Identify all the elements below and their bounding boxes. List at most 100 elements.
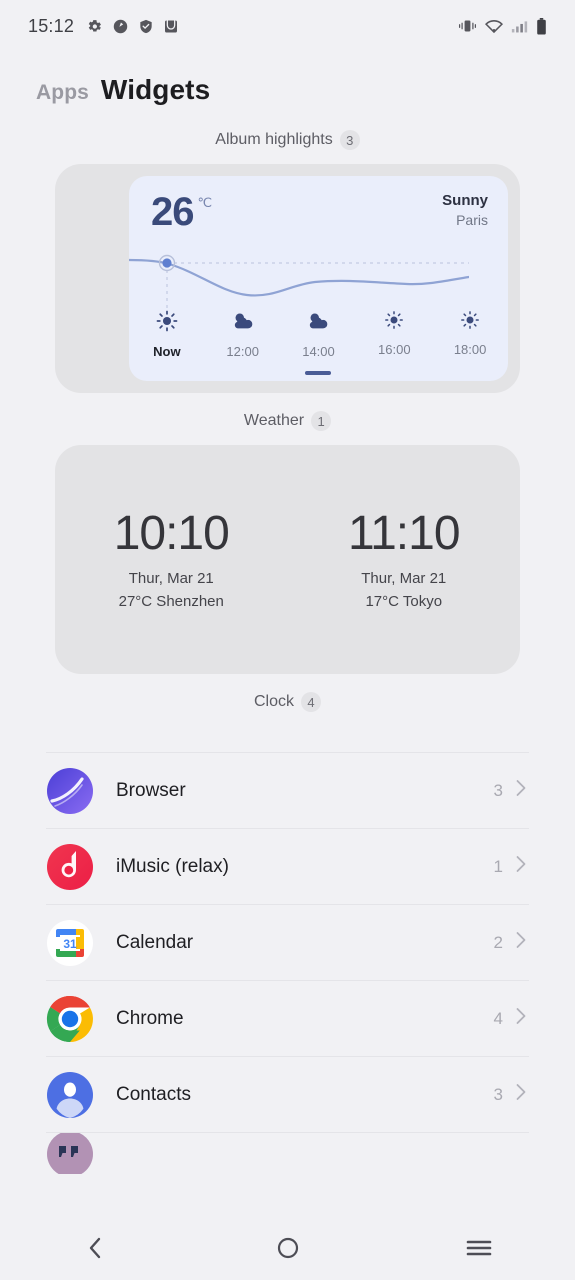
widgets-screen: 15:12 Apps Widgets Album highlights 3 26… [0,0,575,1280]
home-icon [276,1236,300,1265]
weather-unit: ℃ [197,195,213,210]
back-button[interactable] [0,1234,192,1267]
weather-temperature-chart [129,254,469,312]
sun-icon [384,310,404,335]
sun-icon [156,310,178,337]
section-label: Clock [253,693,294,710]
recents-icon [466,1238,492,1263]
chevron-right-icon[interactable] [513,777,529,804]
clock-temp-city: 27°C Shenzhen [118,593,224,611]
list-item-contacts[interactable]: Contacts 3 [46,1056,529,1132]
app-name: Chrome [116,1007,184,1029]
weather-hour-indicator [457,369,483,373]
weather-hour-label: 18:00 [453,342,487,357]
weather-hour-indicator [381,369,407,373]
vibrate-icon [458,18,477,34]
weather-header: 26 ℃ Sunny Paris [129,176,508,232]
cloud-icon [231,310,255,337]
weather-hour-label: Now [153,344,181,359]
browser-icon [46,767,94,815]
inbox-icon [163,18,179,35]
weather-hour-indicator [154,371,180,375]
weather-hour-label: 12:00 [226,344,259,359]
speedometer-icon [112,18,129,35]
list-item-partial[interactable] [46,1132,529,1174]
weather-hour-indicator [230,371,256,375]
contacts-icon [46,1071,94,1119]
app-name: Calendar [116,931,194,953]
clock-tokyo[interactable]: 11:10 Thur, Mar 21 17°C Tokyo [288,506,521,611]
status-bar-clock: 15:12 [28,15,75,36]
list-item-calendar[interactable]: 31 Calendar 2 [46,904,529,980]
list-item-chrome[interactable]: Chrome 4 [46,980,529,1056]
weather-hour-label: 14:00 [302,344,335,359]
weather-meta: Sunny Paris [442,192,488,229]
section-count-badge: 1 [311,411,332,431]
conversations-icon [46,1133,94,1174]
app-name: Browser [116,779,186,801]
back-icon [84,1234,108,1267]
recents-button[interactable] [383,1238,575,1263]
section-count-badge: 3 [339,130,360,150]
chrome-icon [46,995,94,1043]
status-bar-right [458,17,547,35]
weather-hour-1800[interactable]: 18:00 [432,310,508,375]
app-widget-count: 1 [493,856,503,876]
tab-widgets[interactable]: Widgets [101,74,210,106]
weather-hour-1200[interactable]: 12:00 [205,310,281,375]
weather-hour-1600[interactable]: 16:00 [356,310,432,375]
clock-shenzhen[interactable]: 10:10 Thur, Mar 21 27°C Shenzhen [55,506,288,611]
tab-apps[interactable]: Apps [36,81,89,105]
clock-date: Thur, Mar 21 [128,570,214,588]
weather-condition: Sunny [442,192,488,209]
signal-icon [511,19,528,34]
weather-hour-now[interactable]: Now [129,310,205,375]
chevron-right-icon[interactable] [513,853,529,880]
chevron-right-icon[interactable] [513,929,529,956]
navigation-bar [0,1220,575,1280]
section-caption-weather: Weather 1 [0,393,575,445]
clock-time: 11:10 [347,506,461,560]
weather-hourly-strip: Now 12:00 14:00 16:00 18:00 [129,310,508,375]
weather-hour-label: 16:00 [378,342,411,357]
app-name: iMusic (relax) [116,855,229,877]
weather-hour-indicator-selected [305,371,332,375]
calendar-day: 31 [63,937,77,951]
list-item-imusic[interactable]: iMusic (relax) 1 [46,828,529,904]
section-caption-clock: Clock 4 [0,674,575,726]
clock-widget-container[interactable]: 10:10 Thur, Mar 21 27°C Shenzhen 11:10 T… [55,445,520,674]
imusic-icon [46,843,94,891]
weather-hour-1400[interactable]: 14:00 [281,310,357,375]
status-bar-left: 15:12 [28,16,179,37]
calendar-icon: 31 [46,919,94,967]
gear-icon [86,18,103,35]
section-label: Album highlights [215,131,333,148]
weather-widget-container[interactable]: 26 ℃ Sunny Paris Now 12:00 14:00 16:00 1… [55,164,520,393]
weather-widget-card[interactable]: 26 ℃ Sunny Paris Now 12:00 14:00 16:00 1… [129,176,508,381]
chevron-right-icon[interactable] [513,1081,529,1108]
section-label: Weather [243,412,305,429]
wifi-icon [485,19,503,34]
section-caption-album-highlights: Album highlights 3 [0,112,575,164]
section-count-badge: 4 [301,692,321,712]
shield-check-icon [138,18,154,35]
app-widget-count: 3 [493,780,503,800]
list-item-browser[interactable]: Browser 3 [46,752,529,828]
clock-date: Thur, Mar 21 [361,570,447,588]
app-name: Contacts [116,1083,191,1105]
weather-temperature: 26 [151,190,194,234]
clock-time: 10:10 [113,506,230,560]
clock-temp-city: 17°C Tokyo [365,593,443,611]
weather-city: Paris [456,211,488,228]
app-widget-count: 3 [493,1084,503,1104]
page-title: Apps Widgets [0,52,575,112]
chevron-right-icon[interactable] [513,1005,529,1032]
status-bar: 15:12 [0,0,575,52]
home-button[interactable] [192,1236,384,1265]
app-list: Browser 3 iMusic (relax) 1 31 Calendar 2… [46,752,529,1174]
app-widget-count: 4 [493,1008,503,1028]
app-widget-count: 2 [493,932,503,952]
sun-icon [460,310,480,335]
cloud-icon [306,310,330,337]
battery-icon [536,17,547,35]
